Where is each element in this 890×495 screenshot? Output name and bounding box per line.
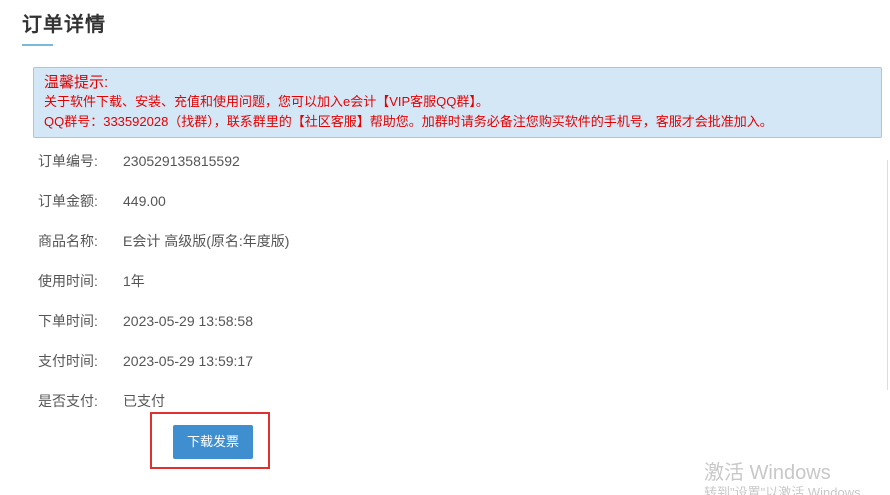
detail-value: 230529135815592: [123, 153, 240, 169]
windows-activation-watermark-subtitle: 转到"设置"以激活 Windows: [704, 485, 861, 495]
detail-value: 449.00: [123, 193, 166, 209]
download-invoice-button[interactable]: 下载发票: [173, 425, 253, 459]
detail-value: 2023-05-29 13:58:58: [123, 313, 253, 329]
notice-title: 温馨提示:: [44, 74, 109, 91]
detail-label: 下单时间:: [38, 313, 98, 329]
detail-row-order-time: 下单时间: 2023-05-29 13:58:58: [38, 311, 253, 331]
title-underline: [22, 44, 53, 46]
detail-row-order-amount: 订单金额: 449.00: [38, 191, 166, 211]
detail-label: 是否支付:: [38, 393, 98, 409]
detail-row-usage-period: 使用时间: 1年: [38, 271, 145, 291]
detail-row-order-number: 订单编号: 230529135815592: [38, 151, 240, 171]
warm-tip-notice: 温馨提示: 关于软件下载、安装、充值和使用问题，您可以加入e会计【VIP客服QQ…: [33, 67, 882, 138]
notice-line-1: 关于软件下载、安装、充值和使用问题，您可以加入e会计【VIP客服QQ群】。: [44, 94, 489, 109]
detail-label: 使用时间:: [38, 273, 98, 289]
detail-label: 支付时间:: [38, 353, 98, 369]
windows-activation-watermark-title: 激活 Windows: [704, 462, 831, 484]
order-detail-page: 订单详情 温馨提示: 关于软件下载、安装、充值和使用问题，您可以加入e会计【VI…: [0, 0, 890, 495]
panel-right-border: [887, 160, 888, 390]
detail-label: 订单编号:: [38, 153, 98, 169]
detail-value: 1年: [123, 273, 145, 289]
detail-row-payment-status: 是否支付: 已支付: [38, 391, 165, 411]
detail-value: E会计 高级版(原名:年度版): [123, 233, 290, 249]
page-title: 订单详情: [22, 14, 106, 36]
notice-line-2: QQ群号：333592028（找群），联系群里的【社区客服】帮助您。加群时请务必…: [44, 114, 773, 129]
detail-value: 2023-05-29 13:59:17: [123, 353, 253, 369]
detail-value: 已支付: [123, 393, 165, 409]
detail-label: 商品名称:: [38, 233, 98, 249]
detail-row-payment-time: 支付时间: 2023-05-29 13:59:17: [38, 351, 253, 371]
detail-label: 订单金额:: [38, 193, 98, 209]
detail-row-product-name: 商品名称: E会计 高级版(原名:年度版): [38, 231, 289, 251]
